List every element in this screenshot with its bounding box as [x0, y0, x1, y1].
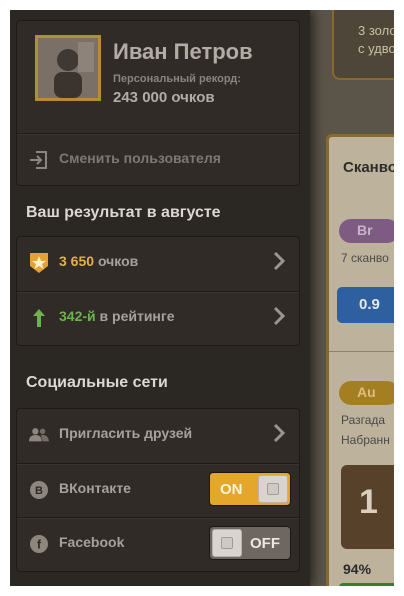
chevron-right-icon — [273, 423, 285, 443]
card-title: Сканво — [343, 159, 394, 176]
avatar[interactable] — [35, 35, 101, 101]
vk-row: B ВКонтакте ON — [17, 463, 299, 515]
switch-user-label: Сменить пользователя — [59, 150, 221, 166]
blue-button: 0.9 — [337, 287, 394, 323]
record-value: 243 000 очков — [113, 89, 215, 106]
august-panel: 3 650 очков 342-й в рейтинге — [16, 236, 300, 346]
logout-icon — [29, 150, 49, 170]
background-app: 3 золо с удво Сканво Br 7 сканво 0.9 Au … — [310, 10, 394, 586]
invite-friends-label: Пригласить друзей — [59, 425, 193, 441]
facebook-row: f Facebook OFF — [17, 517, 299, 569]
points-row[interactable]: 3 650 очков — [17, 237, 299, 289]
notice-line: с удво — [358, 41, 394, 56]
facebook-toggle[interactable]: OFF — [209, 526, 291, 560]
social-panel: Пригласить друзей B ВКонтакте ON f Faceb… — [16, 408, 300, 572]
rating-row[interactable]: 342-й в рейтинге — [17, 291, 299, 343]
chevron-right-icon — [273, 251, 285, 271]
rank-value: 342-й — [59, 308, 96, 324]
toggle-knob — [212, 529, 242, 557]
star-badge-icon — [29, 253, 49, 273]
points-unit: очков — [97, 253, 139, 269]
percent-label: 94% — [343, 561, 372, 577]
side-menu: Иван Петров Персональный рекорд: 243 000… — [10, 10, 310, 586]
notice-line: 3 золо — [358, 23, 394, 38]
background-notice: 3 золо с удво — [332, 10, 394, 80]
divider — [329, 351, 394, 352]
avatar-icon — [38, 38, 98, 98]
card-text: Набранн — [341, 433, 390, 447]
facebook-toggle-state: OFF — [250, 535, 280, 552]
people-icon — [29, 425, 49, 445]
gold-badge: Au — [339, 381, 394, 405]
user-name: Иван Петров — [113, 39, 253, 64]
points-value: 3 650 — [59, 253, 95, 269]
app-frame: 3 золо с удво Сканво Br 7 сканво 0.9 Au … — [10, 10, 394, 586]
bronze-badge: Br — [339, 219, 394, 243]
profile-panel: Иван Петров Персональный рекорд: 243 000… — [16, 20, 300, 186]
chevron-right-icon — [273, 306, 285, 326]
toggle-knob — [258, 475, 288, 503]
rank-text: в рейтинге — [99, 308, 175, 324]
facebook-label: Facebook — [59, 534, 125, 550]
switch-user-button[interactable]: Сменить пользователя — [17, 133, 299, 185]
vk-icon: B — [29, 480, 49, 500]
vk-label: ВКонтакте — [59, 480, 131, 496]
number-tile: 1 — [341, 465, 394, 549]
svg-text:B: B — [35, 485, 43, 497]
august-section-title: Ваш результат в августе — [26, 204, 221, 221]
background-card: Сканво Br 7 сканво 0.9 Au Разгада Набран… — [326, 134, 394, 586]
arrow-up-icon — [29, 308, 49, 328]
card-text: Разгада — [341, 413, 386, 427]
card-text: 7 сканво — [341, 251, 389, 265]
record-label: Персональный рекорд: — [113, 73, 241, 85]
facebook-icon: f — [29, 534, 49, 554]
vk-toggle-state: ON — [220, 481, 243, 498]
progress-bar — [339, 583, 394, 586]
vk-toggle[interactable]: ON — [209, 472, 291, 506]
social-section-title: Социальные сети — [26, 374, 168, 391]
invite-friends-button[interactable]: Пригласить друзей — [17, 409, 299, 461]
